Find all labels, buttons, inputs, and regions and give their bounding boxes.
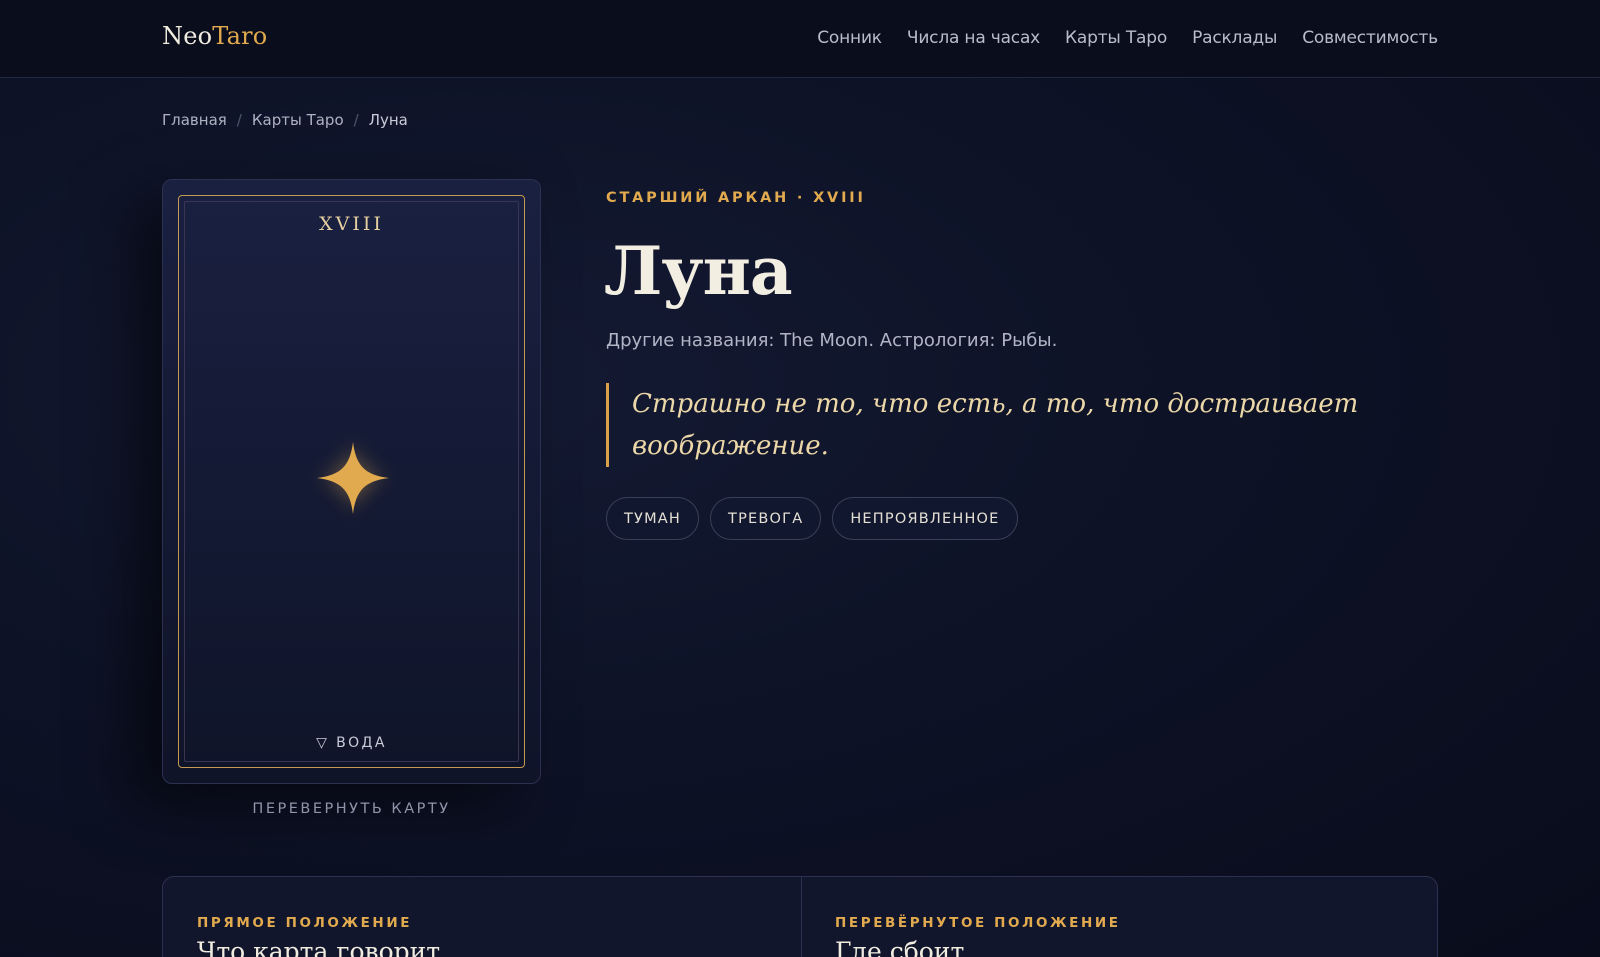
upright-section: ПРЯМОЕ ПОЛОЖЕНИЕ Что карта говорит [197, 915, 440, 957]
breadcrumb-separator: / [353, 111, 359, 129]
breadcrumb: Главная / Карты Таро / Луна [162, 111, 408, 129]
card-subtitle: Другие названия: The Moon. Астрология: Р… [606, 330, 1058, 351]
tarot-card[interactable]: XVIII ▽ ВОДА [162, 179, 541, 784]
reversed-section: ПЕРЕВЁРНУТОЕ ПОЛОЖЕНИЕ Где сбоит [835, 915, 1121, 957]
flip-card-button[interactable]: ПЕРЕВЕРНУТЬ КАРТУ [162, 801, 541, 817]
breadcrumb-tarot-cards[interactable]: Карты Таро [252, 111, 344, 129]
keyword-tags: ТУМАН ТРЕВОГА НЕПРОЯВЛЕННОЕ [606, 497, 1018, 540]
tag-unmanifested[interactable]: НЕПРОЯВЛЕННОЕ [832, 497, 1018, 540]
four-point-star-icon [317, 442, 389, 514]
card-element-label: ▽ ВОДА [316, 735, 387, 751]
main-nav: Сонник Числа на часах Карты Таро Расклад… [817, 28, 1438, 48]
positions-panel: ПРЯМОЕ ПОЛОЖЕНИЕ Что карта говорит ПЕРЕВ… [162, 876, 1438, 957]
card-quote: Страшно не то, что есть, а то, что достр… [606, 383, 1366, 467]
upright-eyebrow: ПРЯМОЕ ПОЛОЖЕНИЕ [197, 915, 413, 931]
card-numeral: XVIII [319, 213, 384, 235]
page-title: Луна [604, 232, 793, 310]
arcana-eyebrow: СТАРШИЙ АРКАН · XVIII [606, 190, 866, 206]
tag-anxiety[interactable]: ТРЕВОГА [710, 497, 822, 540]
upright-heading: Что карта говорит [197, 937, 441, 957]
breadcrumb-current: Луна [368, 111, 408, 129]
logo-accent-text: Taro [212, 22, 268, 50]
top-navigation-bar: NeoTaro Сонник Числа на часах Карты Таро… [0, 0, 1600, 78]
nav-link-clock-numbers[interactable]: Числа на часах [907, 28, 1040, 48]
breadcrumb-separator: / [236, 111, 242, 129]
nav-link-compatibility[interactable]: Совместимость [1302, 28, 1438, 48]
site-logo[interactable]: NeoTaro [162, 22, 267, 50]
nav-link-dream-book[interactable]: Сонник [817, 28, 882, 48]
nav-link-spreads[interactable]: Расклады [1192, 28, 1277, 48]
nav-link-tarot-cards[interactable]: Карты Таро [1065, 28, 1167, 48]
reversed-heading: Где сбоит [835, 937, 965, 957]
tag-fog[interactable]: ТУМАН [606, 497, 700, 540]
reversed-eyebrow: ПЕРЕВЁРНУТОЕ ПОЛОЖЕНИЕ [835, 915, 1121, 931]
logo-main-text: Neo [162, 22, 213, 50]
panel-divider [801, 877, 802, 957]
breadcrumb-home[interactable]: Главная [162, 111, 227, 129]
